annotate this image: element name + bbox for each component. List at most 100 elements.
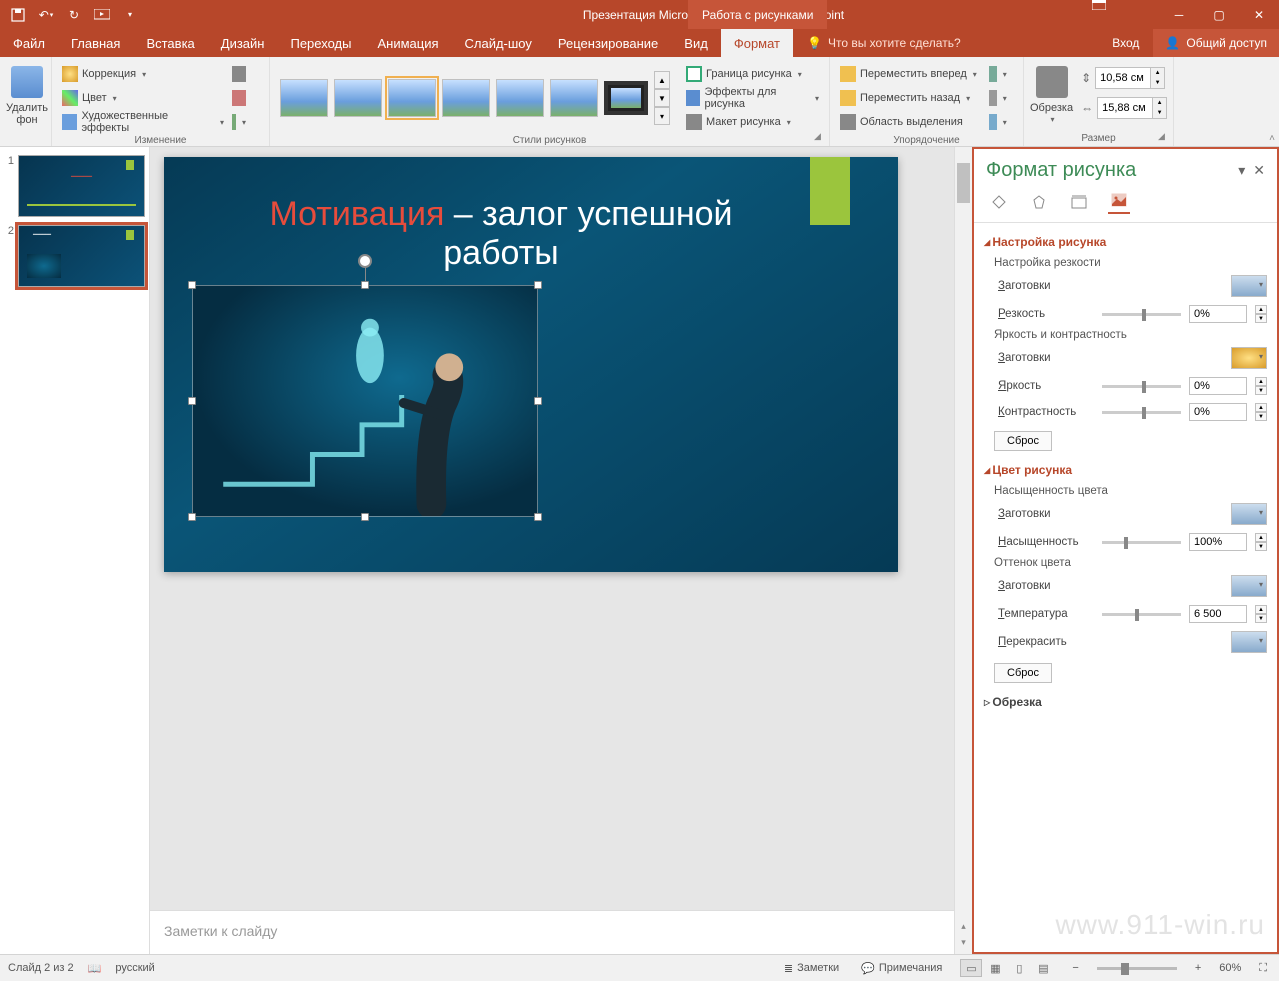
size-dialog-launcher-icon[interactable]: ◢ bbox=[1158, 131, 1170, 143]
tab-insert[interactable]: Вставка bbox=[133, 29, 207, 57]
language-indicator[interactable]: русский bbox=[115, 962, 154, 974]
resize-handle-br[interactable] bbox=[534, 513, 542, 521]
tab-transitions[interactable]: Переходы bbox=[277, 29, 364, 57]
comments-toggle[interactable]: 💬 Примечания bbox=[857, 962, 946, 975]
undo-icon[interactable]: ↶▾ bbox=[36, 5, 56, 25]
zoom-out-icon[interactable]: − bbox=[1068, 962, 1082, 974]
picture-border-button[interactable]: Граница рисунка▾ bbox=[682, 63, 823, 85]
temperature-slider[interactable] bbox=[1102, 613, 1181, 616]
tone-presets-button[interactable] bbox=[1231, 575, 1267, 597]
size-tab-icon[interactable] bbox=[1068, 192, 1090, 214]
section-picture-corrections[interactable]: Настройка рисунка bbox=[984, 229, 1267, 255]
brightness-input[interactable] bbox=[1189, 377, 1247, 395]
reset-corrections-button[interactable]: Сброс bbox=[994, 431, 1052, 451]
width-input[interactable]: ▲▼ bbox=[1097, 97, 1167, 119]
sharpness-slider[interactable] bbox=[1102, 313, 1181, 316]
zoom-slider[interactable] bbox=[1097, 967, 1177, 970]
normal-view-icon[interactable]: ▭ bbox=[960, 959, 982, 977]
crop-button[interactable]: Обрезка ▾ bbox=[1030, 63, 1073, 129]
reading-view-icon[interactable]: ▯ bbox=[1008, 959, 1030, 977]
slideshow-view-icon[interactable]: ▤ bbox=[1032, 959, 1054, 977]
bring-forward-button[interactable]: Переместить вперед▾ bbox=[836, 63, 981, 85]
selection-pane-button[interactable]: Область выделения bbox=[836, 111, 981, 133]
notes-pane[interactable]: Заметки к слайду bbox=[150, 910, 954, 954]
resize-handle-tr[interactable] bbox=[534, 281, 542, 289]
gallery-up-icon[interactable]: ▲ bbox=[654, 71, 670, 89]
reset-picture-icon[interactable]: ▾ bbox=[228, 111, 250, 133]
recolor-presets-button[interactable] bbox=[1231, 631, 1267, 653]
resize-handle-bc[interactable] bbox=[361, 513, 369, 521]
selected-image[interactable] bbox=[192, 285, 538, 517]
resize-handle-bl[interactable] bbox=[188, 513, 196, 521]
picture-effects-button[interactable]: Эффекты для рисунка▾ bbox=[682, 87, 823, 109]
compress-icon[interactable] bbox=[228, 63, 250, 85]
slide-thumbnail-1[interactable]: ━━━━━━━ bbox=[18, 155, 145, 217]
section-picture-color[interactable]: Цвет рисунка bbox=[984, 457, 1267, 483]
style-thumb-2[interactable] bbox=[334, 79, 382, 117]
saturation-presets-button[interactable] bbox=[1231, 503, 1267, 525]
collapse-ribbon-icon[interactable]: ˄ bbox=[1269, 133, 1275, 144]
gallery-down-icon[interactable]: ▼ bbox=[654, 89, 670, 107]
style-thumb-6[interactable] bbox=[550, 79, 598, 117]
contrast-slider[interactable] bbox=[1102, 411, 1181, 414]
height-up-icon[interactable]: ▲ bbox=[1150, 68, 1164, 78]
resize-handle-mr[interactable] bbox=[534, 397, 542, 405]
slide-canvas[interactable]: Мотивация – залог успешной работы bbox=[150, 147, 954, 910]
temperature-down-icon[interactable]: ▼ bbox=[1255, 614, 1267, 623]
saturation-down-icon[interactable]: ▼ bbox=[1255, 542, 1267, 551]
brightness-slider[interactable] bbox=[1102, 385, 1181, 388]
width-field[interactable] bbox=[1098, 102, 1152, 114]
resize-handle-ml[interactable] bbox=[188, 397, 196, 405]
prev-slide-icon[interactable]: ▴ bbox=[955, 921, 972, 932]
spell-check-icon[interactable]: 📖 bbox=[88, 962, 102, 975]
tab-design[interactable]: Дизайн bbox=[208, 29, 278, 57]
tab-home[interactable]: Главная bbox=[58, 29, 133, 57]
sharpness-up-icon[interactable]: ▲ bbox=[1255, 305, 1267, 314]
remove-background-button[interactable]: Удалить фон bbox=[6, 63, 48, 129]
height-down-icon[interactable]: ▼ bbox=[1150, 78, 1164, 88]
style-thumb-1[interactable] bbox=[280, 79, 328, 117]
saturation-slider[interactable] bbox=[1102, 541, 1181, 544]
vertical-scrollbar[interactable]: ▴ ▾ bbox=[954, 147, 972, 954]
slide-title[interactable]: Мотивация – залог успешной работы bbox=[224, 195, 778, 273]
sorter-view-icon[interactable]: ▦ bbox=[984, 959, 1006, 977]
picture-layout-button[interactable]: Макет рисунка▾ bbox=[682, 111, 823, 133]
effects-tab-icon[interactable] bbox=[1028, 192, 1050, 214]
brightness-down-icon[interactable]: ▼ bbox=[1255, 386, 1267, 395]
scrollbar-thumb[interactable] bbox=[957, 163, 970, 203]
qat-customize-icon[interactable]: ▾ bbox=[120, 5, 140, 25]
tab-format[interactable]: Формат bbox=[721, 29, 793, 57]
tab-slideshow[interactable]: Слайд-шоу bbox=[452, 29, 545, 57]
style-thumb-7[interactable] bbox=[604, 81, 648, 115]
height-field[interactable] bbox=[1096, 72, 1150, 84]
styles-dialog-launcher-icon[interactable]: ◢ bbox=[814, 131, 826, 143]
style-thumb-3[interactable] bbox=[388, 79, 436, 117]
picture-styles-gallery[interactable]: ▲ ▼ ▾ bbox=[276, 67, 674, 129]
zoom-level[interactable]: 60% bbox=[1219, 962, 1241, 974]
tell-me-search[interactable]: 💡 Что вы хотите сделать? bbox=[793, 29, 975, 57]
temperature-up-icon[interactable]: ▲ bbox=[1255, 605, 1267, 614]
temperature-input[interactable] bbox=[1189, 605, 1247, 623]
tab-animations[interactable]: Анимация bbox=[364, 29, 451, 57]
style-thumb-4[interactable] bbox=[442, 79, 490, 117]
contrast-down-icon[interactable]: ▼ bbox=[1255, 412, 1267, 421]
share-button[interactable]: 👤Общий доступ bbox=[1153, 29, 1279, 57]
slide-counter[interactable]: Слайд 2 из 2 bbox=[8, 962, 74, 974]
change-picture-icon[interactable] bbox=[228, 87, 250, 109]
picture-tab-icon[interactable] bbox=[1108, 192, 1130, 214]
zoom-in-icon[interactable]: + bbox=[1191, 962, 1205, 974]
section-crop[interactable]: Обрезка bbox=[984, 689, 1267, 715]
saturation-input[interactable] bbox=[1189, 533, 1247, 551]
width-down-icon[interactable]: ▼ bbox=[1152, 108, 1166, 118]
saturation-up-icon[interactable]: ▲ bbox=[1255, 533, 1267, 542]
notes-toggle[interactable]: ≣ Заметки bbox=[780, 962, 843, 975]
redo-icon[interactable]: ↻ bbox=[64, 5, 84, 25]
resize-handle-tc[interactable] bbox=[361, 281, 369, 289]
brightness-presets-button[interactable] bbox=[1231, 347, 1267, 369]
color-button[interactable]: Цвет▾ bbox=[58, 87, 228, 109]
pane-close-icon[interactable]: ✕ bbox=[1253, 162, 1265, 179]
next-slide-icon[interactable]: ▾ bbox=[955, 937, 972, 948]
brightness-up-icon[interactable]: ▲ bbox=[1255, 377, 1267, 386]
contrast-input[interactable] bbox=[1189, 403, 1247, 421]
ribbon-display-icon[interactable] bbox=[1079, 0, 1119, 10]
